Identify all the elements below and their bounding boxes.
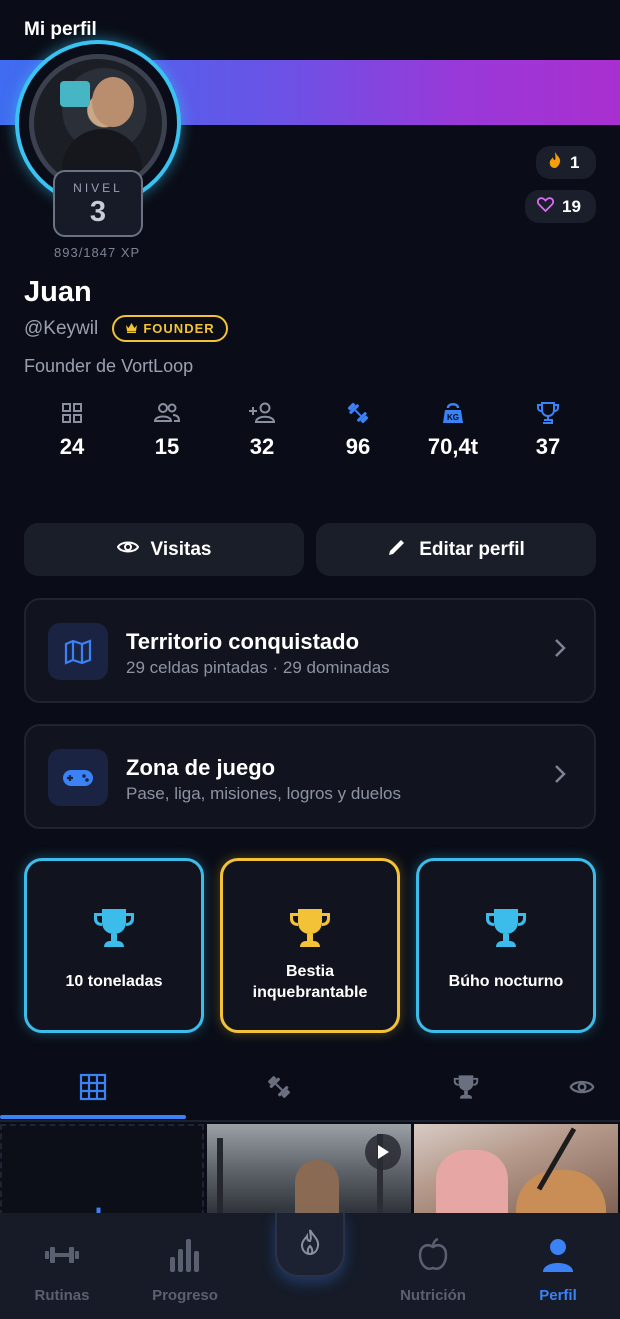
nav-nutricion[interactable]: Nutrición <box>383 1235 483 1304</box>
xp-progress: 893/1847 XP <box>54 245 141 260</box>
stat-value: 37 <box>535 434 561 459</box>
stat-value: 32 <box>249 434 275 459</box>
nav-label: Rutinas <box>34 1287 90 1304</box>
crown-icon <box>125 321 138 336</box>
svg-text:KG: KG <box>447 413 459 422</box>
edit-profile-label: Editar perfil <box>419 538 525 560</box>
dumbbell-icon <box>12 1235 112 1275</box>
level-number: 3 <box>89 196 107 228</box>
stat-value: 24 <box>59 434 85 459</box>
nav-label: Nutrición <box>400 1287 466 1304</box>
stat-value: 70,4t <box>427 434 479 459</box>
achievement-card[interactable]: Bestia inquebrantable <box>220 858 400 1033</box>
visits-button[interactable]: Visitas <box>24 523 304 576</box>
card-subtitle: Pase, liga, misiones, logros y duelos <box>126 784 401 803</box>
photo-post-tile[interactable] <box>414 1124 618 1216</box>
visits-label: Visitas <box>150 538 212 560</box>
stat-workouts[interactable]: 96 <box>318 398 398 460</box>
dumbbell-icon <box>318 398 398 428</box>
streak-pill[interactable]: 1 <box>536 146 596 179</box>
heart-icon <box>536 196 555 217</box>
nav-perfil[interactable]: Perfil <box>508 1235 608 1304</box>
apple-icon <box>383 1235 483 1275</box>
level-badge: NIVEL 3 <box>53 170 143 237</box>
center-flame-button[interactable] <box>275 1213 345 1277</box>
trophy-icon <box>223 905 397 951</box>
card-subtitle: 29 celdas pintadas · 29 dominadas <box>126 658 390 677</box>
trophy-icon <box>508 398 588 428</box>
game-zone-card[interactable]: Zona de juego Pase, liga, misiones, logr… <box>24 724 596 829</box>
video-post-tile[interactable] <box>207 1124 411 1216</box>
page-title: Mi perfil <box>24 19 97 40</box>
followers-icon <box>127 398 207 428</box>
flame-icon <box>299 1228 321 1261</box>
achievement-card[interactable]: 10 toneladas <box>24 858 204 1033</box>
stat-followers[interactable]: 15 <box>127 398 207 460</box>
add-person-icon <box>222 398 302 428</box>
trophy-icon <box>452 1073 480 1106</box>
eye-icon <box>116 539 139 561</box>
stat-trophies[interactable]: 37 <box>508 398 588 460</box>
eye-icon <box>569 1078 595 1101</box>
nav-label: Perfil <box>539 1287 577 1304</box>
stat-value: 96 <box>345 434 371 459</box>
card-title: Zona de juego <box>126 755 276 780</box>
achievement-label: Búho nocturno <box>448 973 564 990</box>
active-tab-indicator <box>0 1115 186 1119</box>
grid-icon <box>79 1073 107 1106</box>
nav-rutinas[interactable]: Rutinas <box>12 1235 112 1304</box>
achievement-label: Bestia inquebrantable <box>252 963 368 1001</box>
map-icon <box>48 623 108 680</box>
level-label: NIVEL <box>73 181 123 195</box>
grid-icon <box>32 398 112 428</box>
badge-label: FOUNDER <box>143 321 215 336</box>
edit-profile-button[interactable]: Editar perfil <box>316 523 596 576</box>
nav-progreso[interactable]: Progreso <box>135 1235 235 1304</box>
pencil-icon <box>387 537 407 563</box>
kettlebell-icon: KG <box>413 398 493 428</box>
trophy-icon <box>27 905 201 951</box>
card-title: Territorio conquistado <box>126 629 360 654</box>
tab-workouts[interactable] <box>259 1074 299 1104</box>
flame-icon <box>548 152 562 173</box>
person-icon <box>508 1235 608 1275</box>
nav-label: Progreso <box>152 1287 218 1304</box>
achievement-card[interactable]: Búho nocturno <box>416 858 596 1033</box>
tab-achievements[interactable] <box>446 1074 486 1104</box>
founder-badge: FOUNDER <box>112 315 228 342</box>
content-tabs <box>0 1060 620 1122</box>
profile-bio: Founder de VortLoop <box>24 356 194 376</box>
stat-value: 15 <box>154 434 180 459</box>
likes-pill[interactable]: 19 <box>525 190 596 223</box>
media-grid: + <box>0 1124 620 1216</box>
stat-volume[interactable]: KG 70,4t <box>413 398 493 460</box>
profile-name: Juan <box>24 276 92 308</box>
trophy-icon <box>419 905 593 951</box>
achievement-label: 10 toneladas <box>65 973 163 990</box>
gamepad-icon <box>48 749 108 806</box>
likes-count: 19 <box>562 196 581 216</box>
stat-posts[interactable]: 24 <box>32 398 112 460</box>
chevron-right-icon <box>554 764 566 789</box>
tab-views[interactable] <box>562 1074 602 1104</box>
territory-card[interactable]: Territorio conquistado 29 celdas pintada… <box>24 598 596 703</box>
bars-icon <box>135 1235 235 1275</box>
dumbbell-icon <box>265 1073 293 1106</box>
tab-posts[interactable] <box>73 1073 113 1106</box>
chevron-right-icon <box>554 638 566 663</box>
stat-following[interactable]: 32 <box>222 398 302 460</box>
streak-count: 1 <box>570 152 580 172</box>
profile-handle: @Keywil <box>24 318 99 339</box>
play-icon <box>365 1134 401 1170</box>
add-post-tile[interactable]: + <box>0 1124 204 1216</box>
